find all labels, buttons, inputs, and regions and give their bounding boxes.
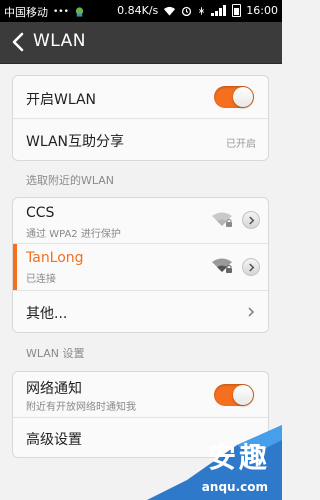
signal-strength-icon bbox=[211, 5, 227, 16]
title-bar: WLAN bbox=[0, 22, 282, 64]
watermark-text: 安趣 bbox=[207, 441, 270, 474]
wlan-assist-share-row[interactable]: WLAN互助分享 已开启 bbox=[13, 119, 268, 160]
battery-icon bbox=[232, 4, 242, 17]
other-networks-row[interactable]: 其他... bbox=[13, 291, 268, 332]
chevron-right-icon bbox=[249, 216, 255, 225]
chevron-right-icon bbox=[249, 263, 255, 272]
network-ssid: TanLong bbox=[26, 250, 84, 266]
section-header-nearby: 选取附近的WLAN bbox=[26, 174, 115, 187]
wifi-locked-icon bbox=[212, 258, 232, 273]
watermark-url: anqu.com bbox=[201, 480, 268, 494]
status-bar: 中国移动 ••• 0.84K/s 16:00 bbox=[0, 0, 282, 22]
enable-wlan-row[interactable]: 开启WLAN bbox=[13, 76, 268, 118]
network-notify-row[interactable]: 网络通知 附近有开放网络时通知我 bbox=[13, 372, 268, 417]
connected-indicator bbox=[13, 244, 17, 290]
page-title: WLAN bbox=[33, 31, 87, 51]
carrier-label: 中国移动 bbox=[4, 6, 48, 19]
network-notify-label: 网络通知 bbox=[26, 381, 82, 397]
network-details-button[interactable] bbox=[242, 258, 260, 276]
network-ssid: CCS bbox=[26, 205, 55, 221]
toggle-knob bbox=[233, 385, 253, 405]
network-speed: 0.84K/s bbox=[117, 4, 159, 17]
sync-icon bbox=[199, 6, 205, 15]
wifi-locked-icon bbox=[212, 212, 232, 227]
app-notification-icon bbox=[75, 7, 84, 17]
back-arrow-icon[interactable] bbox=[10, 30, 26, 54]
network-row-ccs[interactable]: CCS 通过 WPA2 进行保护 bbox=[13, 198, 268, 243]
status-bar-left: 中国移动 ••• bbox=[4, 4, 85, 20]
alarm-icon bbox=[182, 6, 192, 16]
other-networks-label: 其他... bbox=[26, 306, 68, 322]
enable-wlan-label: 开启WLAN bbox=[26, 92, 97, 108]
nearby-networks-card: CCS 通过 WPA2 进行保护 TanLong 已连接 其他... bbox=[12, 197, 269, 333]
network-security-status: 通过 WPA2 进行保护 bbox=[26, 229, 121, 240]
wlan-assist-share-status: 已开启 bbox=[226, 139, 256, 150]
toggle-knob bbox=[233, 87, 253, 107]
network-notify-description: 附近有开放网络时通知我 bbox=[26, 402, 136, 413]
section-header-wlan-settings: WLAN 设置 bbox=[26, 347, 85, 360]
wifi-status-icon bbox=[164, 6, 176, 16]
network-connection-status: 已连接 bbox=[26, 274, 56, 285]
clock: 16:00 bbox=[246, 4, 278, 17]
network-notify-toggle[interactable] bbox=[214, 384, 254, 406]
wlan-assist-share-label: WLAN互助分享 bbox=[26, 134, 125, 150]
advanced-settings-label: 高级设置 bbox=[26, 432, 82, 448]
network-details-button[interactable] bbox=[242, 211, 260, 229]
enable-wlan-toggle[interactable] bbox=[214, 86, 254, 108]
chevron-right-icon bbox=[248, 307, 255, 317]
status-bar-right: 0.84K/s 16:00 bbox=[117, 4, 278, 17]
wlan-settings-card: 开启WLAN WLAN互助分享 已开启 bbox=[12, 75, 269, 161]
notification-dots: ••• bbox=[53, 7, 69, 17]
network-row-tanlong[interactable]: TanLong 已连接 bbox=[13, 244, 268, 290]
